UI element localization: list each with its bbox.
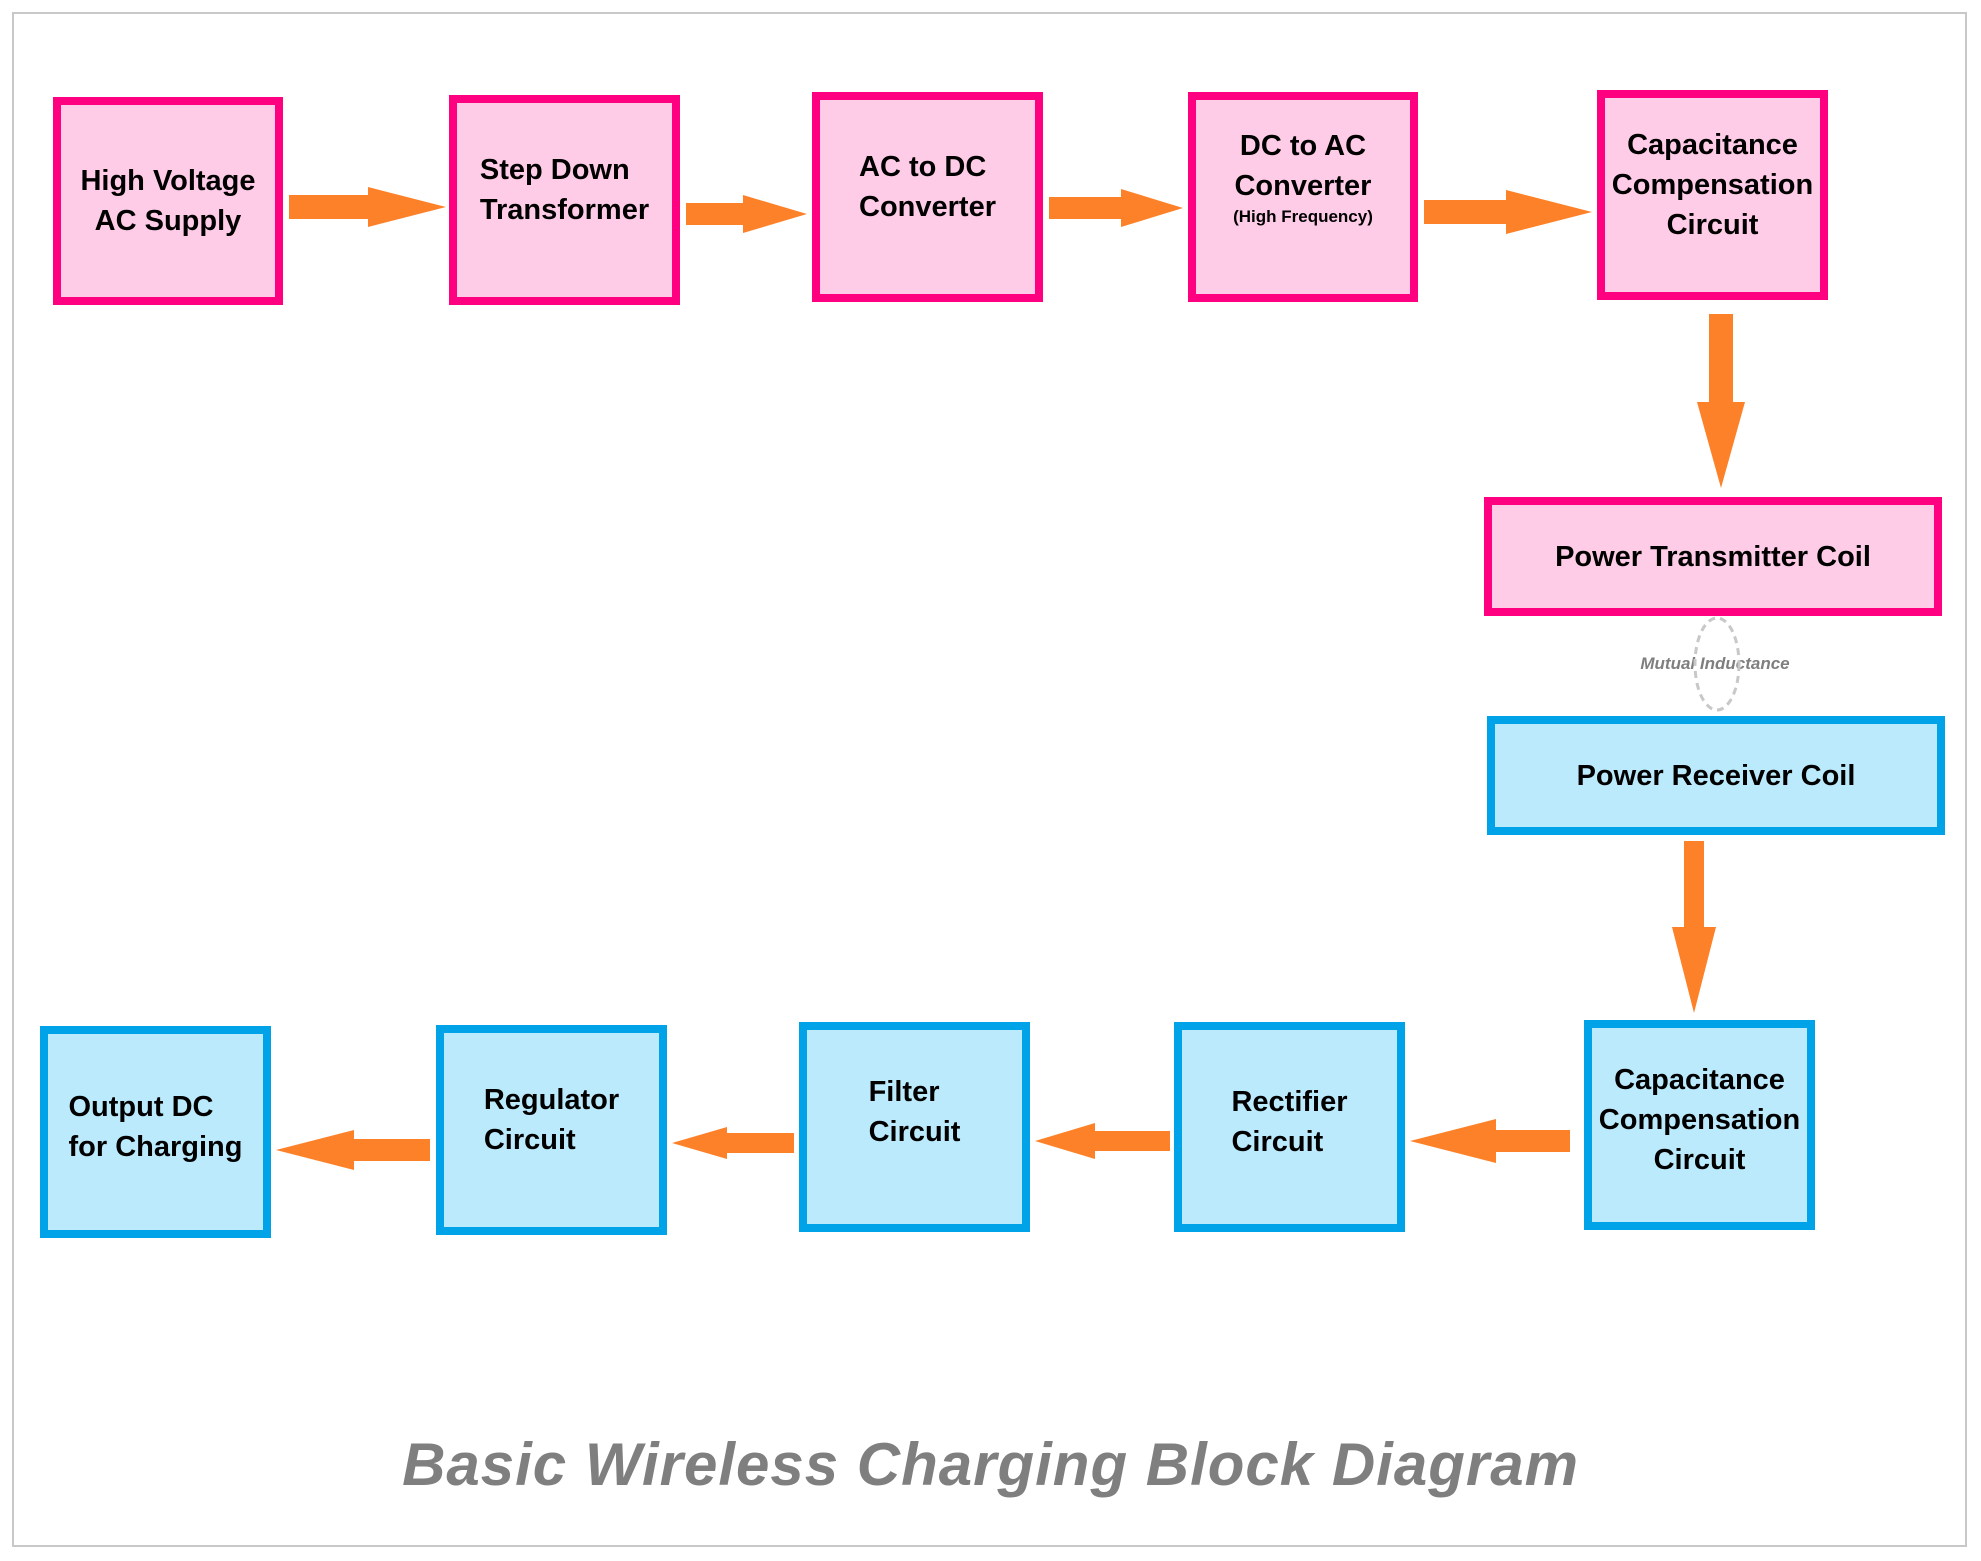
block-sublabel: (High Frequency) (1233, 207, 1373, 226)
block-label: Power Transmitter Coil (1555, 540, 1871, 573)
block-label: Capacitance Compensation Circuit (1611, 129, 1814, 241)
block-tx-capacitance-compensation: Capacitance Compensation Circuit (1597, 90, 1828, 300)
block-label: Rectifier Circuit (1231, 1086, 1348, 1158)
block-label: Power Receiver Coil (1576, 759, 1856, 792)
block-filter-circuit: Filter Circuit (799, 1022, 1030, 1232)
block-ac-to-dc-converter: AC to DC Converter (812, 92, 1043, 302)
block-label: AC to DC Converter (859, 151, 996, 223)
block-output-dc: Output DC for Charging (40, 1026, 271, 1238)
mutual-inductance-label: Mutual Inductance (1640, 654, 1790, 673)
block-label: Step Down Transformer (479, 154, 650, 226)
block-hv-ac-supply: High Voltage AC Supply (53, 97, 283, 305)
block-rx-capacitance-compensation: Capacitance Compensation Circuit (1584, 1020, 1815, 1230)
block-rectifier-circuit: Rectifier Circuit (1174, 1022, 1405, 1232)
block-label: Output DC for Charging (68, 1091, 243, 1163)
block-step-down-transformer: Step Down Transformer (449, 95, 680, 305)
block-label: DC to AC Converter (1234, 130, 1372, 202)
diagram-title: Basic Wireless Charging Block Diagram (402, 1431, 1579, 1498)
block-label-group: DC to AC Converter (High Frequency) (1233, 126, 1373, 228)
block-label: Capacitance Compensation Circuit (1598, 1064, 1801, 1176)
block-regulator-circuit: Regulator Circuit (436, 1025, 667, 1235)
block-label: High Voltage AC Supply (80, 165, 256, 237)
block-power-receiver-coil: Power Receiver Coil (1487, 716, 1945, 835)
block-dc-to-ac-converter: DC to AC Converter (High Frequency) (1188, 92, 1418, 302)
block-label: Filter Circuit (868, 1076, 961, 1148)
block-label: Regulator Circuit (483, 1084, 620, 1156)
block-power-transmitter-coil: Power Transmitter Coil (1484, 497, 1942, 616)
